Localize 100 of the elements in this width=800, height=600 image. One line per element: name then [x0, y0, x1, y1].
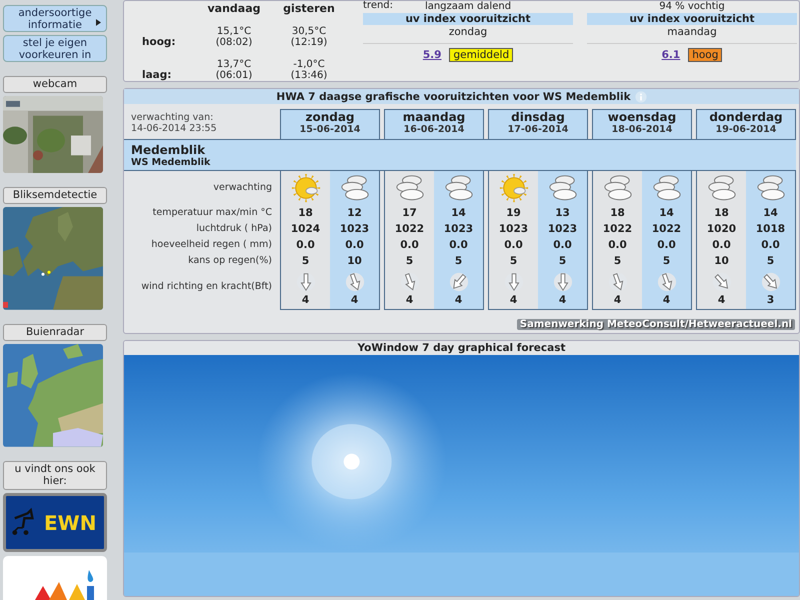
forecast-value: 1022	[602, 222, 632, 237]
uv-day: maandag	[667, 26, 717, 38]
wind-force: 4	[614, 293, 622, 308]
temperature-value: 30,5°C	[290, 26, 328, 37]
day-name: donderdag	[709, 110, 783, 124]
day-date: 17-06-2014	[508, 124, 568, 135]
menu-button[interactable]: stel je eigen voorkeuren in	[3, 35, 107, 62]
time-value: (12:19)	[290, 37, 328, 48]
forecast-value: 1023	[444, 222, 474, 237]
uv-level-tag: hoog	[688, 48, 722, 62]
row-label: luchtdruk ( hPa)	[196, 222, 272, 236]
wind-force: 4	[510, 293, 518, 308]
temperature-value: 15,1°C	[216, 26, 252, 37]
row-label: wind richting en kracht(Bft)	[141, 280, 272, 294]
uv-value-link[interactable]: 6.1	[662, 49, 680, 61]
wind-force: 4	[406, 293, 414, 308]
time-value: (13:46)	[290, 70, 328, 81]
time-value: (08:02)	[214, 37, 254, 48]
forecast-value: 18	[298, 206, 313, 221]
day-date: 16-06-2014	[404, 124, 464, 135]
forecast-value: 1018	[756, 222, 786, 237]
forecast-value: 18	[714, 206, 729, 221]
forecast-value: 18	[610, 206, 625, 221]
wind-force: 4	[662, 293, 670, 308]
row-label: kans op regen(%)	[188, 254, 272, 268]
uv-level-tag: gemiddeld	[449, 48, 514, 62]
forecast-value: 5	[766, 254, 774, 269]
forecast-value: 1024	[290, 222, 320, 237]
uv-day: zondag	[448, 26, 488, 38]
row-label: hoog:	[141, 36, 177, 48]
forecast-value: 0.0	[449, 238, 468, 253]
day-name: maandag	[402, 110, 466, 124]
forecast-value: 0.0	[761, 238, 780, 253]
station-name: WS Medemblik	[131, 156, 212, 168]
place-name: Medemblik	[131, 142, 206, 156]
row-label: temperatuur max/min °C	[152, 206, 272, 220]
forecast-value: 5	[454, 254, 462, 269]
issued-time: 14-06-2014 23:55	[131, 124, 218, 135]
temperature-value: -1,0°C	[292, 59, 326, 70]
section-title: Bliksemdetectie	[3, 187, 107, 204]
uv-value-link[interactable]: 5.9	[422, 49, 442, 61]
forecast-value: 10	[714, 254, 729, 269]
forecast-value: 10	[347, 254, 362, 269]
forecast-value: 5	[302, 254, 310, 269]
wind-force: 4	[718, 293, 726, 308]
time-value: (06:01)	[214, 70, 254, 81]
forecast-value: 17	[402, 206, 417, 221]
day-name: zondag	[305, 110, 355, 124]
forecast-value: 0.0	[553, 238, 572, 253]
status-text: 94 % vochtig	[659, 2, 725, 12]
row-label: hoeveelheid regen ( mm)	[151, 238, 272, 252]
wind-force: 3	[766, 293, 774, 308]
logo-text: EWN	[44, 510, 96, 534]
temperature-value: 13,7°C	[216, 59, 252, 70]
forecast-value: 5	[510, 254, 518, 269]
forecast-value: 5	[558, 254, 566, 269]
uv-title: uv index vooruitzicht	[587, 13, 797, 25]
row-label: verwachting	[213, 181, 272, 195]
wind-force: 4	[558, 293, 566, 308]
day-date: 19-06-2014	[716, 124, 776, 135]
column-header: vandaag	[206, 1, 262, 15]
day-date: 15-06-2014	[300, 124, 360, 135]
forecast-value: 0.0	[400, 238, 419, 253]
section-title: Buienradar	[3, 324, 107, 342]
uv-title: uv index vooruitzicht	[363, 13, 573, 25]
forecast-value: 0.0	[657, 238, 676, 253]
wind-force: 4	[302, 293, 310, 308]
forecast-value: 5	[406, 254, 414, 269]
forecast-value: 1020	[706, 222, 736, 237]
credit-text: Samenwerking MeteoConsult/Hetweeractueel.nl	[516, 319, 795, 330]
forecast-value: 12	[347, 206, 362, 221]
section-title: u vindt ons ook hier:	[3, 460, 107, 490]
day-date: 18-06-2014	[612, 124, 672, 135]
logo-drawing[interactable]	[3, 556, 107, 600]
panel-title: HWA 7 daagse grafische vooruitzichten voor WS Medemblik	[276, 90, 631, 102]
forecast-value: 5	[614, 254, 622, 269]
forecast-value: 1023	[548, 222, 578, 237]
panel-title: YoWindow 7 day graphical forecast	[124, 341, 799, 355]
forecast-value: 13	[555, 206, 570, 221]
row-label: laag:	[141, 69, 172, 81]
forecast-value: 0.0	[504, 238, 523, 253]
day-name: dinsdag	[511, 110, 565, 124]
menu-button[interactable]: andersoortige informatie	[3, 5, 107, 32]
forecast-value: 0.0	[296, 238, 315, 253]
issued-label: verwachting van:	[131, 113, 214, 124]
wind-force: 4	[454, 293, 462, 308]
forecast-value: 0.0	[345, 238, 364, 253]
forecast-value: 1022	[652, 222, 682, 237]
column-header: gisteren	[282, 1, 336, 15]
forecast-value: 19	[506, 206, 521, 221]
forecast-value: 14	[451, 206, 466, 221]
day-name: woensdag	[608, 110, 676, 124]
wind-force: 4	[350, 293, 358, 308]
status-text: langzaam dalend	[424, 2, 512, 12]
section-title: webcam	[3, 76, 107, 94]
forecast-value: 5	[662, 254, 670, 269]
forecast-value: 1023	[340, 222, 370, 237]
ewn-logo[interactable]: EWN	[3, 493, 107, 552]
forecast-value: 14	[659, 206, 674, 221]
forecast-value: 14	[763, 206, 778, 221]
